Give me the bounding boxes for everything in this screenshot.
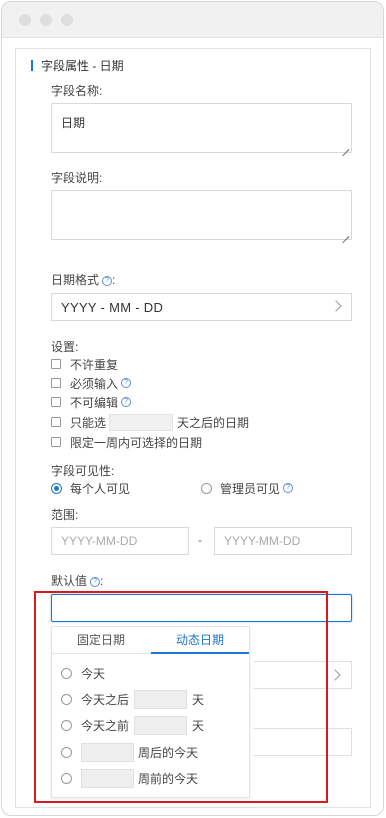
help-icon[interactable]: ? <box>121 397 132 407</box>
option-today[interactable]: 今天 <box>61 663 105 683</box>
date-format-select[interactable]: YYYY - MM - DD <box>51 293 352 321</box>
checkbox[interactable] <box>51 417 61 427</box>
visibility-everyone[interactable]: 每个人可见 <box>51 480 130 496</box>
resize-handle-icon[interactable] <box>341 142 349 150</box>
days-after-input[interactable] <box>134 689 188 709</box>
setting-no-duplicate-label: 不许重复 <box>70 357 119 372</box>
default-value-label: 默认值?: <box>51 572 103 589</box>
visibility-label: 字段可见性: <box>51 464 115 478</box>
panel-header: 字段属性 - 日期 <box>31 57 124 74</box>
option-weeks-before[interactable]: 周前的今天 <box>61 768 198 788</box>
radio[interactable] <box>61 746 72 758</box>
help-icon[interactable]: ? <box>102 275 113 286</box>
window-dot-minimize[interactable] <box>40 14 52 26</box>
date-format-value: YYYY - MM - DD <box>61 299 164 315</box>
date-format-colon: : <box>112 273 116 287</box>
weeks-before-input[interactable] <box>81 768 134 788</box>
radio[interactable] <box>201 482 212 494</box>
app-window: 字段属性 - 日期 字段名称: 日期 字段说明: 日期格式?: YYYY - M… <box>1 1 384 816</box>
tab-dynamic-date[interactable]: 动态日期 <box>151 627 249 654</box>
range-label: 范围: <box>51 508 79 522</box>
title-bar <box>2 2 383 38</box>
visibility-everyone-label: 每个人可见 <box>70 481 131 496</box>
option-weeks-after-label: 周后的今天 <box>138 745 199 760</box>
default-value-colon: : <box>100 574 104 588</box>
field-name-label: 字段名称: <box>51 84 103 98</box>
date-picker-dropdown: 固定日期 动态日期 今天 今天之后 天 今天之前 天 周后的今天 周前的今天 <box>51 626 250 798</box>
setting-within-week[interactable]: 限定一周内可选择的日期 <box>51 434 202 450</box>
days-input[interactable] <box>109 413 174 431</box>
date-format-label-text: 日期格式 <box>51 273 100 287</box>
setting-only-select-suffix: 天之后的日期 <box>177 415 250 430</box>
settings-label: 设置: <box>51 340 79 354</box>
option-weeks-before-label: 周前的今天 <box>138 771 199 786</box>
hidden-select[interactable] <box>254 661 352 689</box>
window-dot-maximize[interactable] <box>61 14 73 26</box>
chevron-right-icon <box>330 300 342 312</box>
chevron-right-icon <box>329 669 341 681</box>
setting-only-select[interactable]: 只能选 天之后的日期 <box>51 413 250 431</box>
header-accent-bar <box>31 60 33 71</box>
days-before-input[interactable] <box>134 715 188 735</box>
radio[interactable] <box>61 719 72 731</box>
panel-title: 字段属性 - 日期 <box>41 59 124 73</box>
option-weeks-after[interactable]: 周后的今天 <box>61 742 198 762</box>
help-icon[interactable]: ? <box>283 483 294 493</box>
hidden-input[interactable] <box>254 728 352 756</box>
setting-not-editable-label: 不可编辑 <box>70 395 119 410</box>
visibility-admin-label: 管理员可见 <box>220 481 281 496</box>
setting-required[interactable]: 必须输入 ? <box>51 375 132 391</box>
checkbox[interactable] <box>51 397 61 407</box>
default-value-label-text: 默认值 <box>51 574 88 588</box>
option-days-after[interactable]: 今天之后 天 <box>61 689 204 709</box>
help-icon[interactable]: ? <box>121 378 132 388</box>
range-end-input[interactable]: YYYY-MM-DD <box>214 527 352 555</box>
field-name-textarea[interactable]: 日期 <box>51 103 352 153</box>
checkbox[interactable] <box>51 437 61 447</box>
tab-fixed-date[interactable]: 固定日期 <box>52 627 150 654</box>
weeks-after-input[interactable] <box>81 742 134 762</box>
help-icon[interactable]: ? <box>90 576 101 587</box>
option-days-before[interactable]: 今天之前 天 <box>61 715 204 735</box>
radio[interactable] <box>61 667 72 679</box>
date-format-label: 日期格式?: <box>51 271 115 288</box>
window-dot-close[interactable] <box>19 14 31 26</box>
setting-only-select-label: 只能选 <box>70 415 107 430</box>
range-start-input[interactable]: YYYY-MM-DD <box>51 527 189 555</box>
date-picker-tabs: 固定日期 动态日期 <box>52 627 249 654</box>
setting-required-label: 必须输入 <box>70 376 119 391</box>
radio-selected[interactable] <box>51 482 62 494</box>
setting-no-duplicate[interactable]: 不许重复 <box>51 356 118 372</box>
checkbox[interactable] <box>51 359 61 369</box>
option-days-after-suffix: 天 <box>192 692 205 707</box>
option-days-before-suffix: 天 <box>192 718 205 733</box>
resize-handle-icon[interactable] <box>341 229 349 237</box>
visibility-admin[interactable]: 管理员可见 ? <box>201 480 294 496</box>
option-days-after-label: 今天之后 <box>81 692 130 707</box>
range-end-placeholder: YYYY-MM-DD <box>224 534 301 548</box>
field-desc-label: 字段说明: <box>51 171 103 185</box>
field-name-value: 日期 <box>61 116 86 130</box>
radio[interactable] <box>61 693 72 705</box>
setting-not-editable[interactable]: 不可编辑 ? <box>51 394 132 410</box>
setting-within-week-label: 限定一周内可选择的日期 <box>70 435 203 450</box>
option-days-before-label: 今天之前 <box>81 718 130 733</box>
option-today-label: 今天 <box>81 666 106 681</box>
range-start-placeholder: YYYY-MM-DD <box>61 534 138 548</box>
field-properties-panel: 字段属性 - 日期 字段名称: 日期 字段说明: 日期格式?: YYYY - M… <box>15 48 371 808</box>
default-value-input[interactable] <box>51 594 352 622</box>
range-separator: - <box>198 533 202 547</box>
checkbox[interactable] <box>51 378 61 388</box>
field-desc-textarea[interactable] <box>51 190 352 240</box>
radio[interactable] <box>61 772 72 784</box>
